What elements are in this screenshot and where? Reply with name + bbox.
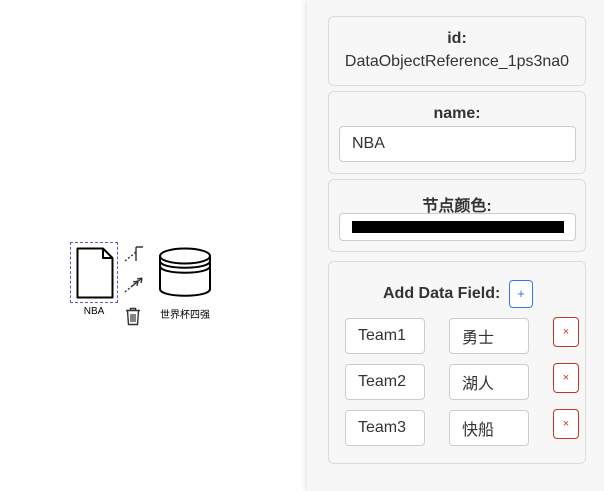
arrow-connector-icon[interactable]: [123, 275, 145, 295]
id-value: DataObjectReference_1ps3na0: [344, 53, 570, 70]
field-value-input[interactable]: [449, 410, 529, 446]
field-key-input[interactable]: [345, 318, 425, 354]
properties-panel: id: DataObjectReference_1ps3na0 name: 节点…: [307, 0, 604, 491]
delete-field-button[interactable]: ×: [553, 363, 579, 393]
field-value-input[interactable]: [449, 318, 529, 354]
datastore-label: 世界杯四强: [160, 310, 210, 321]
color-card: 节点颜色:: [328, 179, 586, 252]
data-fields-card: Add Data Field: + × × ×: [328, 261, 586, 464]
name-label: name:: [433, 105, 481, 122]
trash-icon[interactable]: [125, 307, 141, 326]
diagram-canvas[interactable]: NBA 世界杯四强: [0, 0, 307, 491]
document-icon: [76, 247, 114, 299]
name-input[interactable]: [339, 126, 576, 162]
color-swatch: [352, 221, 564, 233]
data-object-label: NBA: [83, 306, 105, 317]
add-field-button[interactable]: +: [509, 280, 533, 308]
field-key-input[interactable]: [345, 364, 425, 400]
id-card: id: DataObjectReference_1ps3na0: [328, 16, 586, 86]
field-value-input[interactable]: [449, 364, 529, 400]
delete-field-button[interactable]: ×: [553, 317, 579, 347]
delete-field-button[interactable]: ×: [553, 409, 579, 439]
data-object-node-selected[interactable]: [70, 242, 118, 303]
datastore-icon[interactable]: [158, 247, 212, 299]
name-card: name:: [328, 91, 586, 174]
id-label: id:: [447, 30, 467, 47]
data-fields-label: Add Data Field:: [383, 285, 501, 302]
field-key-input[interactable]: [345, 410, 425, 446]
connector-icon[interactable]: [123, 244, 145, 264]
data-fields-header: Add Data Field: +: [329, 280, 587, 310]
color-picker[interactable]: [339, 213, 576, 241]
